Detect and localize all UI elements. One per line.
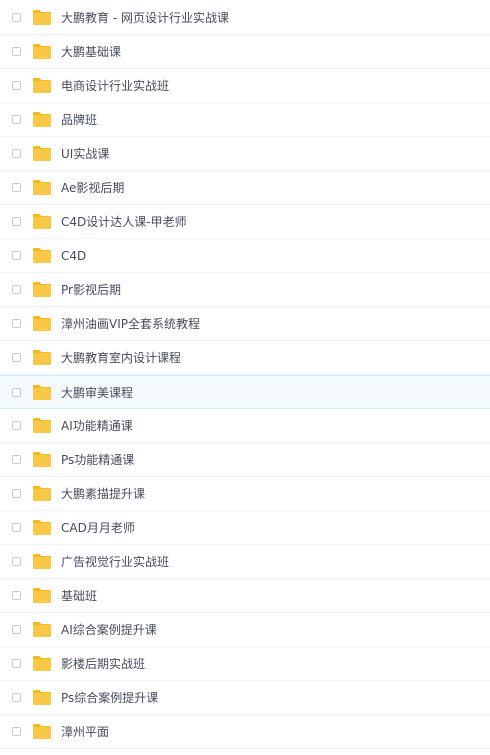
row-checkbox[interactable] [12, 455, 21, 464]
folder-icon [33, 656, 51, 671]
row-checkbox[interactable] [12, 659, 21, 668]
file-row[interactable]: CAD月月老师 [0, 511, 490, 545]
folder-icon [33, 385, 51, 400]
folder-icon [33, 520, 51, 535]
folder-icon [33, 146, 51, 161]
file-name[interactable]: 影楼后期实战班 [61, 647, 145, 681]
row-checkbox[interactable] [12, 81, 21, 90]
row-checkbox[interactable] [12, 149, 21, 158]
file-name[interactable]: 品牌班 [61, 103, 97, 137]
file-row[interactable]: 大鹏教育 - 网页设计行业实战课 [0, 1, 490, 35]
row-checkbox[interactable] [12, 183, 21, 192]
file-row[interactable]: AI综合案例提升课 [0, 613, 490, 647]
folder-icon [33, 588, 51, 603]
file-row[interactable]: 广告视觉行业实战班 [0, 545, 490, 579]
folder-icon [33, 282, 51, 297]
folder-icon [33, 724, 51, 739]
file-name[interactable]: AI综合案例提升课 [61, 613, 157, 647]
file-name[interactable]: 大鹏教育 - 网页设计行业实战课 [61, 1, 229, 35]
row-checkbox[interactable] [12, 217, 21, 226]
file-name[interactable]: 广告视觉行业实战班 [61, 545, 169, 579]
file-row[interactable]: AI功能精通课 [0, 409, 490, 443]
folder-icon [33, 44, 51, 59]
file-name[interactable]: 大鹏教育室内设计课程 [61, 341, 181, 375]
folder-icon [33, 78, 51, 93]
row-checkbox[interactable] [12, 591, 21, 600]
row-checkbox[interactable] [12, 557, 21, 566]
row-checkbox[interactable] [12, 285, 21, 294]
file-row[interactable]: 大鹏教育室内设计课程 [0, 341, 490, 375]
folder-icon [33, 316, 51, 331]
row-checkbox[interactable] [12, 523, 21, 532]
row-checkbox[interactable] [12, 693, 21, 702]
file-list: 大鹏教育 - 网页设计行业实战课 大鹏基础课 电商设计行业实战班 品牌班 UI实战课 Ae… [0, 0, 490, 755]
row-checkbox[interactable] [12, 13, 21, 22]
file-name[interactable]: Pr影视后期 [61, 273, 121, 307]
row-checkbox[interactable] [12, 625, 21, 634]
file-name[interactable]: Ps功能精通课 [61, 443, 134, 477]
row-checkbox[interactable] [12, 489, 21, 498]
folder-icon [33, 452, 51, 467]
row-checkbox[interactable] [12, 115, 21, 124]
file-name[interactable]: C4D [61, 239, 86, 273]
row-checkbox[interactable] [12, 727, 21, 736]
file-row[interactable]: Ps综合案例提升课 [0, 681, 490, 715]
row-checkbox[interactable] [12, 421, 21, 430]
folder-icon [33, 486, 51, 501]
folder-icon [33, 554, 51, 569]
file-row[interactable]: Pr影视后期 [0, 273, 490, 307]
file-name[interactable]: AI功能精通课 [61, 409, 133, 443]
folder-icon [33, 690, 51, 705]
folder-icon [33, 180, 51, 195]
row-checkbox[interactable] [12, 47, 21, 56]
folder-icon [33, 112, 51, 127]
file-name[interactable]: 漳州平面 [61, 715, 109, 749]
file-row[interactable]: 大鹏审美课程 [0, 375, 490, 409]
file-row[interactable]: 大鹏基础课 [0, 35, 490, 69]
file-row[interactable]: 品牌班 [0, 103, 490, 137]
file-name[interactable]: 大鹏审美课程 [61, 376, 133, 410]
file-name[interactable]: UI实战课 [61, 137, 109, 171]
folder-icon [33, 10, 51, 25]
file-row[interactable]: 漳州油画VIP全套系统教程 [0, 307, 490, 341]
folder-icon [33, 418, 51, 433]
file-row[interactable]: C4D [0, 239, 490, 273]
file-name[interactable]: 电商设计行业实战班 [61, 69, 169, 103]
file-name[interactable]: Ae影视后期 [61, 171, 124, 205]
file-row[interactable]: Ps功能精通课 [0, 443, 490, 477]
row-checkbox[interactable] [12, 319, 21, 328]
file-row[interactable]: C4D设计达人课-甲老师 [0, 205, 490, 239]
file-name[interactable]: CAD月月老师 [61, 511, 135, 545]
folder-icon [33, 248, 51, 263]
file-row[interactable]: 大鹏素描提升课 [0, 477, 490, 511]
file-row[interactable]: UI实战课 [0, 137, 490, 171]
file-name[interactable]: 大鹏素描提升课 [61, 477, 145, 511]
folder-icon [33, 214, 51, 229]
file-row[interactable]: Ae影视后期 [0, 171, 490, 205]
file-name[interactable]: 基础班 [61, 579, 97, 613]
folder-icon [33, 622, 51, 637]
file-row[interactable]: 漳州平面 [0, 715, 490, 749]
row-checkbox[interactable] [12, 251, 21, 260]
file-row[interactable]: 电商设计行业实战班 [0, 69, 490, 103]
file-row[interactable]: 基础班 [0, 579, 490, 613]
file-row[interactable]: 影楼后期实战班 [0, 647, 490, 681]
row-checkbox[interactable] [12, 388, 21, 397]
file-name[interactable]: 大鹏基础课 [61, 35, 121, 69]
file-name[interactable]: 漳州油画VIP全套系统教程 [61, 307, 200, 341]
file-name[interactable]: C4D设计达人课-甲老师 [61, 205, 187, 239]
file-name[interactable]: Ps综合案例提升课 [61, 681, 158, 715]
folder-icon [33, 350, 51, 365]
row-checkbox[interactable] [12, 353, 21, 362]
